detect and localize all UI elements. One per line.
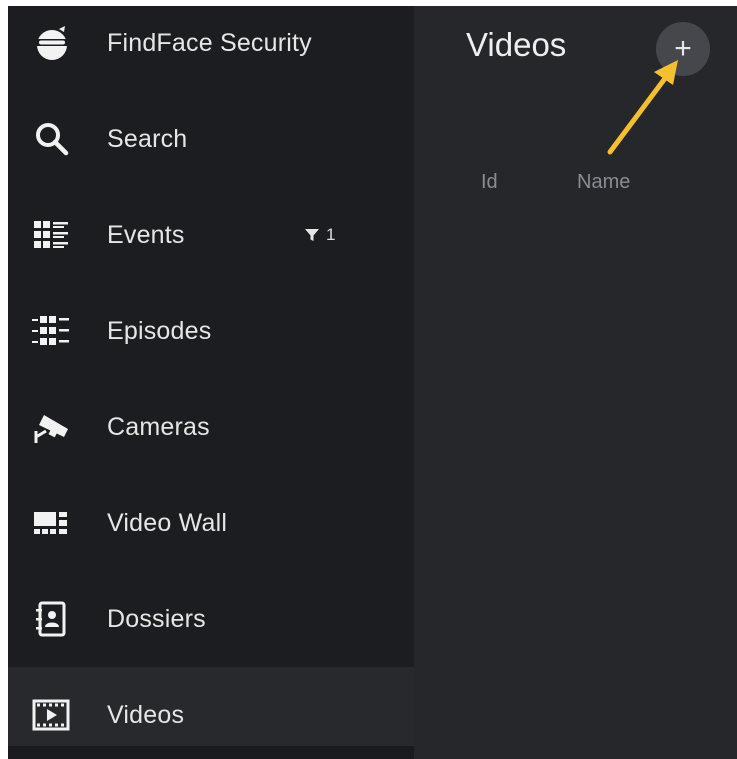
sidebar-item-dossiers[interactable]: Dossiers	[8, 571, 414, 667]
sidebar-item-search[interactable]: Search	[8, 91, 414, 187]
search-icon	[30, 117, 74, 161]
column-header-name[interactable]: Name	[577, 171, 630, 194]
filter-icon	[305, 229, 319, 241]
events-icon	[30, 213, 74, 257]
sidebar-item-label: Episodes	[107, 316, 212, 345]
plus-icon: +	[674, 32, 692, 65]
sidebar-item-cameras[interactable]: Cameras	[8, 379, 414, 475]
video-wall-icon	[30, 501, 74, 545]
sidebar-item-findface-security[interactable]: FindFace Security	[8, 6, 414, 91]
filter-badge[interactable]: 1	[304, 225, 335, 245]
dossier-icon	[30, 597, 74, 641]
sidebar-item-label: Events	[107, 220, 185, 249]
add-video-button[interactable]: +	[656, 22, 710, 76]
sidebar: FindFace Security Search Events 1 Episod…	[8, 6, 414, 759]
sidebar-item-label: Search	[107, 124, 188, 153]
filter-count: 1	[326, 225, 336, 244]
app-window: FindFace Security Search Events 1 Episod…	[8, 6, 737, 759]
sidebar-item-label: Video Wall	[107, 508, 228, 537]
sidebar-item-label: Videos	[107, 700, 185, 729]
column-header-id[interactable]: Id	[481, 171, 498, 194]
episodes-icon	[30, 309, 74, 353]
camera-icon	[30, 405, 74, 449]
sidebar-bottom-strip	[8, 746, 414, 759]
page-title: Videos	[466, 26, 567, 63]
film-icon	[30, 693, 74, 737]
findface-logo-icon	[30, 21, 74, 65]
videos-panel: Videos + Id Name	[414, 6, 737, 759]
sidebar-item-events[interactable]: Events 1	[8, 187, 414, 283]
sidebar-item-label: Cameras	[107, 412, 210, 441]
sidebar-item-episodes[interactable]: Episodes	[8, 283, 414, 379]
sidebar-item-label: Dossiers	[107, 604, 206, 633]
sidebar-item-label: FindFace Security	[107, 28, 312, 57]
sidebar-item-video-wall[interactable]: Video Wall	[8, 475, 414, 571]
